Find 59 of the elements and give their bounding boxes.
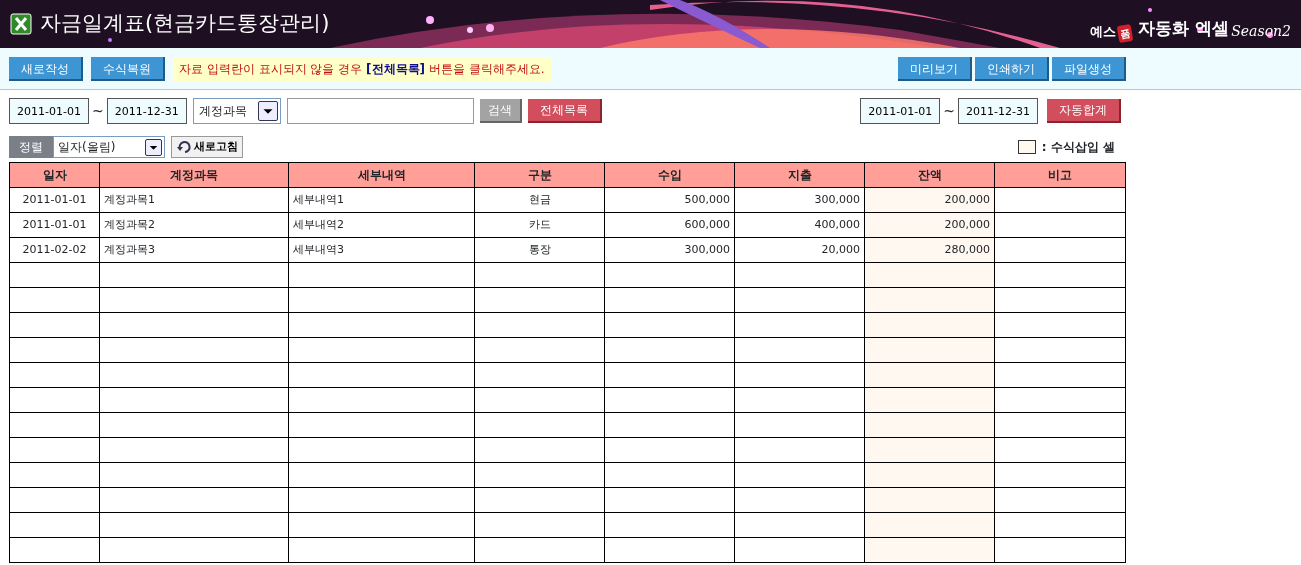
search-field[interactable] [286, 98, 474, 124]
tilde-text: ~ [943, 101, 955, 121]
caret-icon [257, 101, 278, 121]
tilde-text: ~ [92, 101, 104, 121]
refresh-icon [176, 140, 192, 154]
column-header: 지출 [734, 162, 865, 188]
table-cell: 2011-02-02 [9, 237, 100, 263]
page-title: 자금일계표(현금카드통장관리) [40, 10, 330, 38]
table-cell: 계정과목3 [99, 237, 289, 263]
table-cell: 카드 [474, 212, 605, 238]
table-cell: 20,000 [734, 237, 865, 263]
table-cell: 200,000 [864, 212, 995, 238]
sort-dropdown[interactable]: 일자(올림) [53, 136, 165, 158]
brand-name: 자동화 엑셀 [1138, 17, 1230, 41]
date-field[interactable]: 2011-01-01 [9, 98, 89, 124]
date-field[interactable]: 2011-12-31 [958, 98, 1038, 124]
spreadsheet-icon [10, 13, 32, 35]
column-header: 일자 [9, 162, 100, 188]
toolbar-button[interactable]: 파일생성 [1052, 56, 1126, 81]
date-field[interactable]: 2011-01-01 [860, 98, 941, 124]
column-header: 세부내역 [288, 162, 475, 188]
search-button[interactable]: 검색 [479, 99, 522, 123]
column-header: 잔액 [864, 162, 995, 188]
table-cell: 세부내역3 [288, 237, 475, 263]
notice-text: 자료 입력란이 표시되지 않을 경우 [전체목록] 버튼을 클릭해주세요. [173, 56, 551, 81]
legend-text: : 수식삽입 셀 [1041, 139, 1115, 156]
auto-sum-button[interactable]: 자동합계 [1047, 99, 1121, 123]
table-cell: 300,000 [734, 187, 865, 213]
table-cell: 200,000 [864, 187, 995, 213]
table-cell: 통장 [474, 237, 605, 263]
table-cell: 500,000 [604, 187, 735, 213]
table-cell: 세부내역1 [288, 187, 475, 213]
table-cell: 현금 [474, 187, 605, 213]
legend-swatch [1017, 140, 1036, 154]
toolbar-button[interactable]: 인쇄하기 [975, 56, 1049, 81]
category-dropdown[interactable]: 계정과목 [192, 98, 281, 124]
brand-text: 예스 [1090, 23, 1117, 42]
toolbar-button[interactable]: 미리보기 [898, 56, 972, 81]
table-cell: 세부내역2 [288, 212, 475, 238]
column-header: 구분 [474, 162, 605, 188]
table-cell: 2011-01-01 [9, 187, 100, 213]
table-cell: 계정과목1 [99, 187, 289, 213]
all-list-button[interactable]: 전체목록 [527, 99, 602, 123]
refresh-button[interactable]: 새로고침 [171, 136, 243, 158]
table-cell: 280,000 [864, 237, 995, 263]
table-cell: 계정과목2 [99, 212, 289, 238]
table-cell: 300,000 [604, 237, 735, 263]
table-cell: 2011-01-01 [9, 212, 100, 238]
toolbar-button[interactable]: 새로작성 [9, 56, 83, 81]
sort-label: 정렬 [9, 136, 53, 158]
toolbar-button[interactable]: 수식복원 [91, 56, 165, 81]
column-header: 비고 [994, 162, 1126, 188]
table-cell: 600,000 [604, 212, 735, 238]
caret-icon [145, 138, 162, 156]
date-field[interactable]: 2011-12-31 [106, 98, 187, 124]
column-header: 수입 [604, 162, 735, 188]
brand-season: Season2 [1231, 21, 1291, 41]
table-cell: 400,000 [734, 212, 865, 238]
column-header: 계정과목 [99, 162, 289, 188]
